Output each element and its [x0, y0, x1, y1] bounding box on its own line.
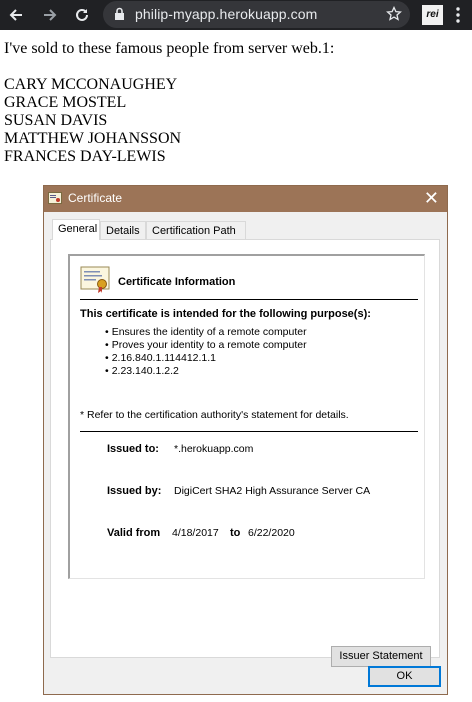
ok-button[interactable]: OK — [368, 666, 441, 687]
page-content: I've sold to these famous people from se… — [4, 40, 334, 166]
browser-toolbar: philip-myapp.herokuapp.com rei — [0, 0, 472, 30]
issued-to-label: Issued to: — [107, 443, 159, 455]
purpose-item: 2.16.840.1.114412.1.1 — [105, 352, 307, 365]
certificate-dialog: Certificate ✕ General Details Certificat… — [43, 185, 448, 695]
tab-details[interactable]: Details — [100, 221, 146, 239]
list-item: SUSAN DAVIS — [4, 112, 108, 129]
purpose-list: Ensures the identity of a remote compute… — [105, 326, 307, 378]
close-icon[interactable]: ✕ — [424, 188, 439, 208]
valid-to-label: to — [230, 527, 241, 539]
list-item: GRACE MOSTEL — [4, 94, 127, 111]
issued-to-value: *.herokuapp.com — [174, 443, 254, 455]
valid-from-label: Valid from — [107, 527, 161, 539]
menu-dots-icon[interactable] — [455, 6, 461, 29]
issued-by-value: DigiCert SHA2 High Assurance Server CA — [174, 485, 371, 497]
extension-icon[interactable]: rei — [422, 5, 443, 25]
intro-text: I've sold to these famous people from se… — [4, 40, 335, 57]
lock-icon[interactable] — [114, 7, 125, 24]
tab-certification-path[interactable]: Certification Path — [146, 221, 246, 239]
back-arrow-icon[interactable] — [2, 0, 30, 30]
reload-icon[interactable] — [68, 0, 96, 30]
issuer-statement-button[interactable]: Issuer Statement — [331, 646, 431, 667]
issued-by-label: Issued by: — [107, 485, 162, 497]
forward-arrow-icon[interactable] — [36, 0, 64, 30]
divider — [80, 299, 418, 300]
bookmark-star-icon[interactable] — [386, 5, 402, 25]
dialog-title: Certificate — [68, 191, 123, 205]
purpose-item: 2.23.140.1.2.2 — [105, 365, 307, 378]
certificate-graphic-icon — [80, 266, 110, 297]
address-bar[interactable]: philip-myapp.herokuapp.com — [103, 1, 410, 28]
url-text: philip-myapp.herokuapp.com — [135, 6, 318, 22]
general-tab-panel: Certificate Information This certificate… — [50, 239, 440, 667]
purpose-heading: This certificate is intended for the fol… — [80, 308, 371, 320]
names-list: CARY MCCONAUGHEY GRACE MOSTEL SUSAN DAVI… — [4, 76, 334, 166]
footnote-text: * Refer to the certification authority's… — [80, 409, 349, 421]
certificate-info-box: Certificate Information This certificate… — [68, 254, 425, 579]
purpose-item: Ensures the identity of a remote compute… — [105, 326, 307, 339]
list-item: MATTHEW JOHANSSON — [4, 130, 182, 147]
valid-to-value: 6/22/2020 — [248, 527, 295, 539]
certificate-info-title: Certificate Information — [118, 276, 236, 288]
purpose-item: Proves your identity to a remote compute… — [105, 339, 307, 352]
list-item: FRANCES DAY-LEWIS — [4, 148, 166, 165]
valid-from-value: 4/18/2017 — [172, 527, 219, 539]
divider — [80, 431, 418, 432]
tab-general[interactable]: General — [52, 219, 100, 240]
list-item: CARY MCCONAUGHEY — [4, 76, 178, 93]
certificate-icon — [48, 192, 62, 208]
dialog-titlebar[interactable]: Certificate ✕ — [44, 186, 447, 212]
